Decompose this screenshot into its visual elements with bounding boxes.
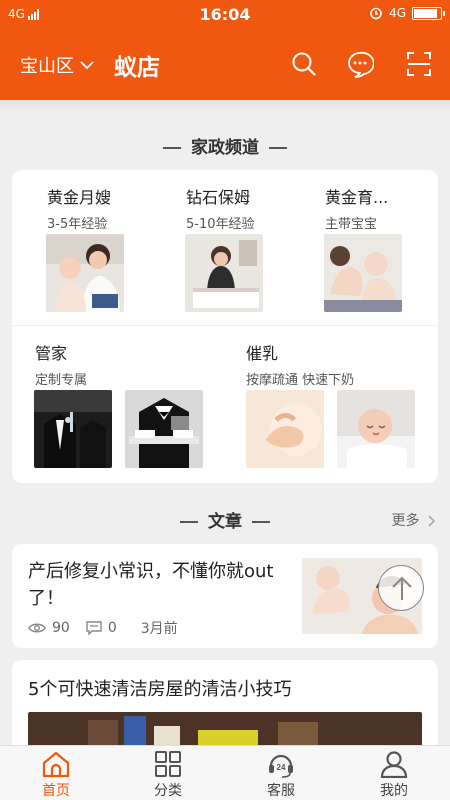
- maternity-nurse-photo: [46, 234, 124, 312]
- chat-icon[interactable]: [346, 50, 374, 78]
- grid-icon: [155, 751, 181, 777]
- lactation-photo-2: [337, 390, 415, 468]
- butler-photo-1: [34, 390, 112, 468]
- article-2-image: [28, 712, 422, 745]
- lactation-photo-1: [246, 390, 324, 468]
- chevron-down-icon: [80, 61, 94, 70]
- service-item-lactation[interactable]: 催乳 按摩疏通 快速下奶: [246, 340, 354, 388]
- tab-mine[interactable]: 我的: [354, 750, 434, 800]
- arrow-up-icon: [392, 576, 412, 600]
- comment-count: 0: [107, 620, 117, 636]
- childcare-photo: [324, 234, 402, 312]
- app-header: 宝山区 蚁店: [0, 38, 450, 90]
- service-item-nanny[interactable]: 钻石保姆 5-10年经验: [186, 184, 255, 232]
- articles-section-title: 文章: [0, 507, 450, 532]
- network-right-label: 4G: [389, 6, 406, 20]
- tab-category[interactable]: 分类: [128, 750, 208, 800]
- alarm-icon: [370, 7, 382, 20]
- bottom-tab-bar: 首页 分类 24 客服 我的: [0, 745, 450, 800]
- article-card-2[interactable]: 5个可快速清洁房屋的清洁小技巧: [12, 660, 438, 745]
- view-count: 90: [52, 620, 70, 636]
- search-icon[interactable]: [290, 50, 318, 78]
- service-item-maternity-nurse[interactable]: 黄金月嫂 3-5年经验: [47, 184, 111, 232]
- article-title-2: 5个可快速清洁房屋的清洁小技巧: [28, 679, 292, 700]
- main-content: 家政频道 黄金月嫂 3-5年经验 钻石保姆 5-10年经验 黄金育... 主带宝…: [0, 100, 450, 745]
- status-bar: 4G 16:04 4G: [0, 0, 450, 30]
- more-articles-link[interactable]: 更多: [392, 510, 436, 530]
- tab-support[interactable]: 24 客服: [241, 750, 321, 800]
- service-item-butler[interactable]: 管家 定制专属: [35, 340, 87, 388]
- eye-icon: [28, 623, 46, 633]
- back-to-top-button[interactable]: [378, 565, 424, 611]
- location-label: 宝山区: [20, 56, 74, 77]
- user-icon: [380, 751, 408, 778]
- location-selector[interactable]: 宝山区: [20, 52, 94, 78]
- services-card: 黄金月嫂 3-5年经验 钻石保姆 5-10年经验 黄金育... 主带宝宝 管家 …: [12, 170, 438, 483]
- article-card[interactable]: 产后修复小常识，不懂你就out了！ 90 0 3月前: [12, 544, 438, 648]
- service-item-childcare[interactable]: 黄金育... 主带宝宝: [325, 184, 388, 232]
- article-title: 产后修复小常识，不懂你就out了！: [28, 561, 274, 609]
- butler-photo-2: [125, 390, 203, 468]
- battery-icon: [412, 6, 445, 20]
- scan-icon[interactable]: [405, 50, 433, 78]
- nanny-photo: [185, 234, 263, 312]
- status-right: 4G: [369, 6, 445, 20]
- svg-text:24: 24: [277, 763, 286, 772]
- home-icon: [42, 751, 70, 778]
- support-24-icon: 24: [269, 754, 293, 778]
- article-meta: 90 0 3月前: [28, 618, 178, 638]
- top-bar: 4G 16:04 4G 宝山区 蚁店: [0, 0, 450, 100]
- comment-icon: [86, 621, 102, 635]
- article-time: 3月前: [140, 621, 178, 637]
- tab-home[interactable]: 首页: [16, 750, 96, 800]
- chevron-right-icon: [428, 515, 436, 527]
- brand-title: 蚁店: [114, 55, 160, 81]
- services-section-title: 家政频道: [0, 133, 450, 158]
